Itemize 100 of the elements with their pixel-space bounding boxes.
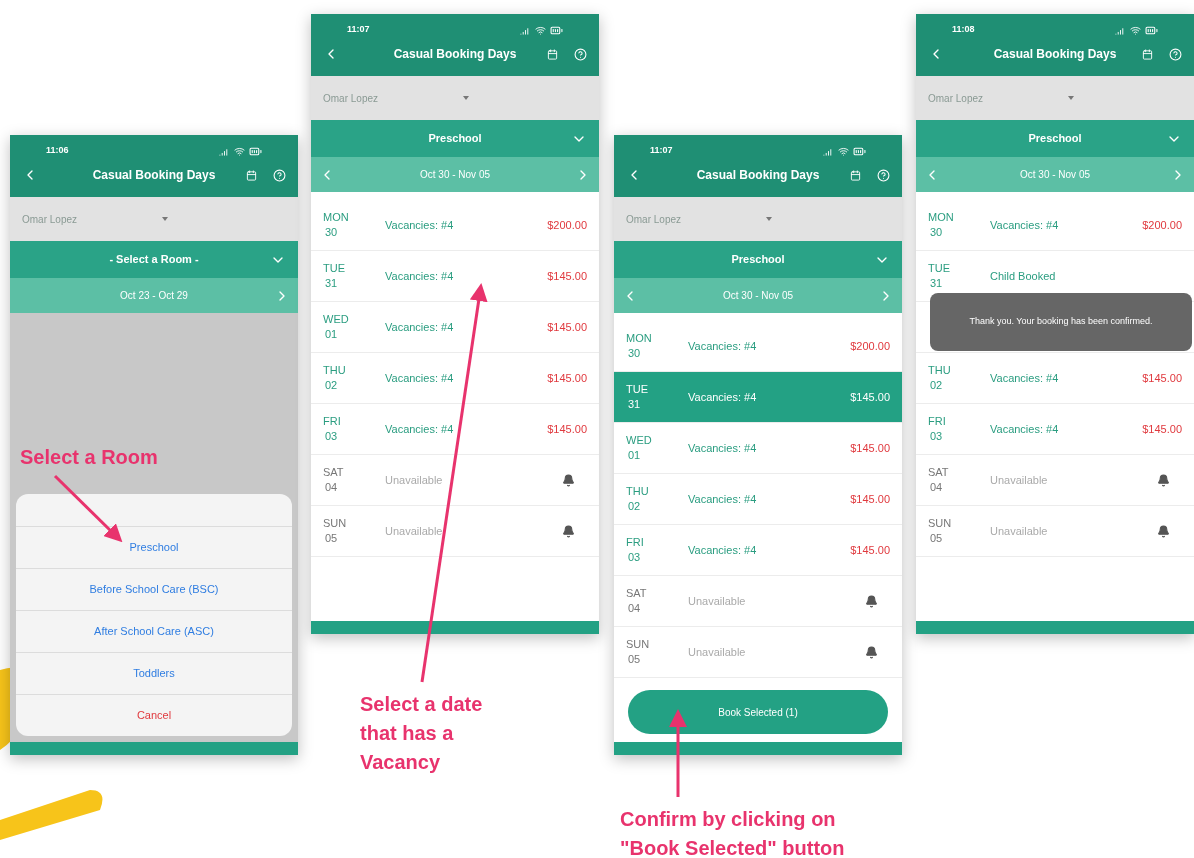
- dropdown-caret-icon: [1068, 96, 1074, 100]
- day-name: FRI: [928, 414, 947, 429]
- bell-icon[interactable]: [562, 473, 575, 487]
- day-date: 04: [627, 601, 642, 616]
- annotation-text: Select a date that has a Vacancy: [360, 692, 484, 775]
- day-name: TUE: [928, 261, 951, 276]
- day-name: THU: [928, 363, 952, 378]
- day-status: Vacancies: #4: [990, 421, 1060, 437]
- day-name: SUN: [928, 516, 953, 531]
- day-name: WED: [323, 312, 350, 327]
- calendar-icon[interactable]: [850, 169, 861, 181]
- person-name: Omar Lopez: [626, 212, 683, 227]
- day-date: 01: [324, 327, 339, 342]
- person-name: Omar Lopez: [323, 91, 380, 106]
- action-sheet-option[interactable]: Preschool: [16, 526, 292, 568]
- day-status: Unavailable: [990, 523, 1049, 539]
- day-price: $145.00: [547, 370, 587, 386]
- day-price: $145.00: [850, 389, 890, 405]
- day-name: SAT: [323, 465, 345, 480]
- day-status: Unavailable: [990, 472, 1049, 488]
- day-status: Unavailable: [688, 593, 747, 609]
- day-date: 03: [324, 429, 339, 444]
- help-icon[interactable]: [1169, 47, 1182, 61]
- room-selector[interactable]: Preschool: [916, 120, 1194, 157]
- day-date: 04: [929, 480, 944, 495]
- day-price: $145.00: [850, 440, 890, 456]
- calendar-icon[interactable]: [1142, 48, 1153, 60]
- book-selected-button[interactable]: Book Selected (1): [628, 690, 888, 734]
- screen-title: Casual Booking Days: [392, 46, 518, 63]
- annotation-text: Confirm by clicking on "Book Selected" button: [620, 807, 846, 858]
- day-status: Unavailable: [385, 523, 444, 539]
- help-icon[interactable]: [273, 168, 286, 182]
- action-sheet-option[interactable]: Toddlers: [16, 652, 292, 694]
- day-date: 02: [929, 378, 944, 393]
- day-date: 04: [324, 480, 339, 495]
- day-row[interactable]: TUE 31 Vacancies: #4 $145.00: [614, 372, 902, 423]
- day-date: 02: [627, 499, 642, 514]
- room-selector[interactable]: - Select a Room -: [10, 241, 298, 278]
- person-selector[interactable]: Omar Lopez: [916, 76, 1194, 120]
- day-status: Unavailable: [688, 644, 747, 660]
- day-price: $145.00: [1142, 421, 1182, 437]
- day-price: $145.00: [547, 421, 587, 437]
- day-date: 30: [324, 225, 339, 240]
- day-date: 03: [929, 429, 944, 444]
- bell-icon[interactable]: [1157, 473, 1170, 487]
- week-range: Oct 30 - Nov 05: [419, 168, 491, 182]
- bell-icon[interactable]: [865, 594, 878, 608]
- day-price: $200.00: [547, 217, 587, 233]
- day-price: $145.00: [1142, 370, 1182, 386]
- help-icon[interactable]: [877, 168, 890, 182]
- day-name: MON: [928, 210, 955, 225]
- week-range: Oct 30 - Nov 05: [722, 289, 794, 303]
- day-status: Vacancies: #4: [990, 370, 1060, 386]
- day-price: $145.00: [547, 319, 587, 335]
- action-sheet-option[interactable]: Cancel: [16, 694, 292, 736]
- day-name: MON: [626, 331, 653, 346]
- pointer-arrow: [53, 474, 123, 543]
- day-price: $145.00: [850, 542, 890, 558]
- wifi-icon: [535, 24, 546, 36]
- bell-icon[interactable]: [1157, 524, 1170, 538]
- status-time: 11:07: [347, 23, 370, 37]
- day-price: $145.00: [850, 491, 890, 507]
- day-name: SUN: [323, 516, 348, 531]
- status-time: 11:08: [952, 23, 975, 37]
- confirmation-toast: Thank you. Your booking has been confirmed.: [930, 293, 1192, 351]
- day-status: Vacancies: #4: [990, 217, 1060, 233]
- day-status: Vacancies: #4: [385, 370, 455, 386]
- person-name: Omar Lopez: [22, 212, 79, 227]
- action-sheet-option[interactable]: After School Care (ASC): [16, 610, 292, 652]
- calendar-icon[interactable]: [246, 169, 257, 181]
- help-icon[interactable]: [574, 47, 587, 61]
- person-selector[interactable]: Omar Lopez: [10, 197, 298, 241]
- person-selector[interactable]: Omar Lopez: [614, 197, 902, 241]
- day-name: WED: [626, 433, 653, 448]
- wifi-icon: [838, 145, 849, 157]
- room-name: - Select a Room -: [108, 252, 200, 268]
- calendar-icon[interactable]: [547, 48, 558, 60]
- day-name: MON: [323, 210, 350, 225]
- bell-icon[interactable]: [865, 645, 878, 659]
- room-selector[interactable]: Preschool: [614, 241, 902, 278]
- person-selector[interactable]: Omar Lopez: [311, 76, 599, 120]
- day-status: Vacancies: #4: [688, 491, 758, 507]
- day-date: 30: [627, 346, 642, 361]
- screen-title: Casual Booking Days: [91, 167, 217, 184]
- day-name: THU: [323, 363, 347, 378]
- action-sheet-option[interactable]: Before School Care (BSC): [16, 568, 292, 610]
- week-range: Oct 30 - Nov 05: [1019, 168, 1091, 182]
- status-time: 11:06: [46, 144, 69, 158]
- day-date: 31: [627, 397, 642, 412]
- day-status: Vacancies: #4: [688, 338, 758, 354]
- day-price: $145.00: [547, 268, 587, 284]
- day-price: $200.00: [850, 338, 890, 354]
- annotation-text: Select a Room: [20, 445, 159, 470]
- day-status: Unavailable: [385, 472, 444, 488]
- room-selector[interactable]: Preschool: [311, 120, 599, 157]
- bell-icon[interactable]: [562, 524, 575, 538]
- day-status: Vacancies: #4: [688, 389, 758, 405]
- day-name: SAT: [928, 465, 950, 480]
- day-status: Vacancies: #4: [385, 421, 455, 437]
- day-price: $200.00: [1142, 217, 1182, 233]
